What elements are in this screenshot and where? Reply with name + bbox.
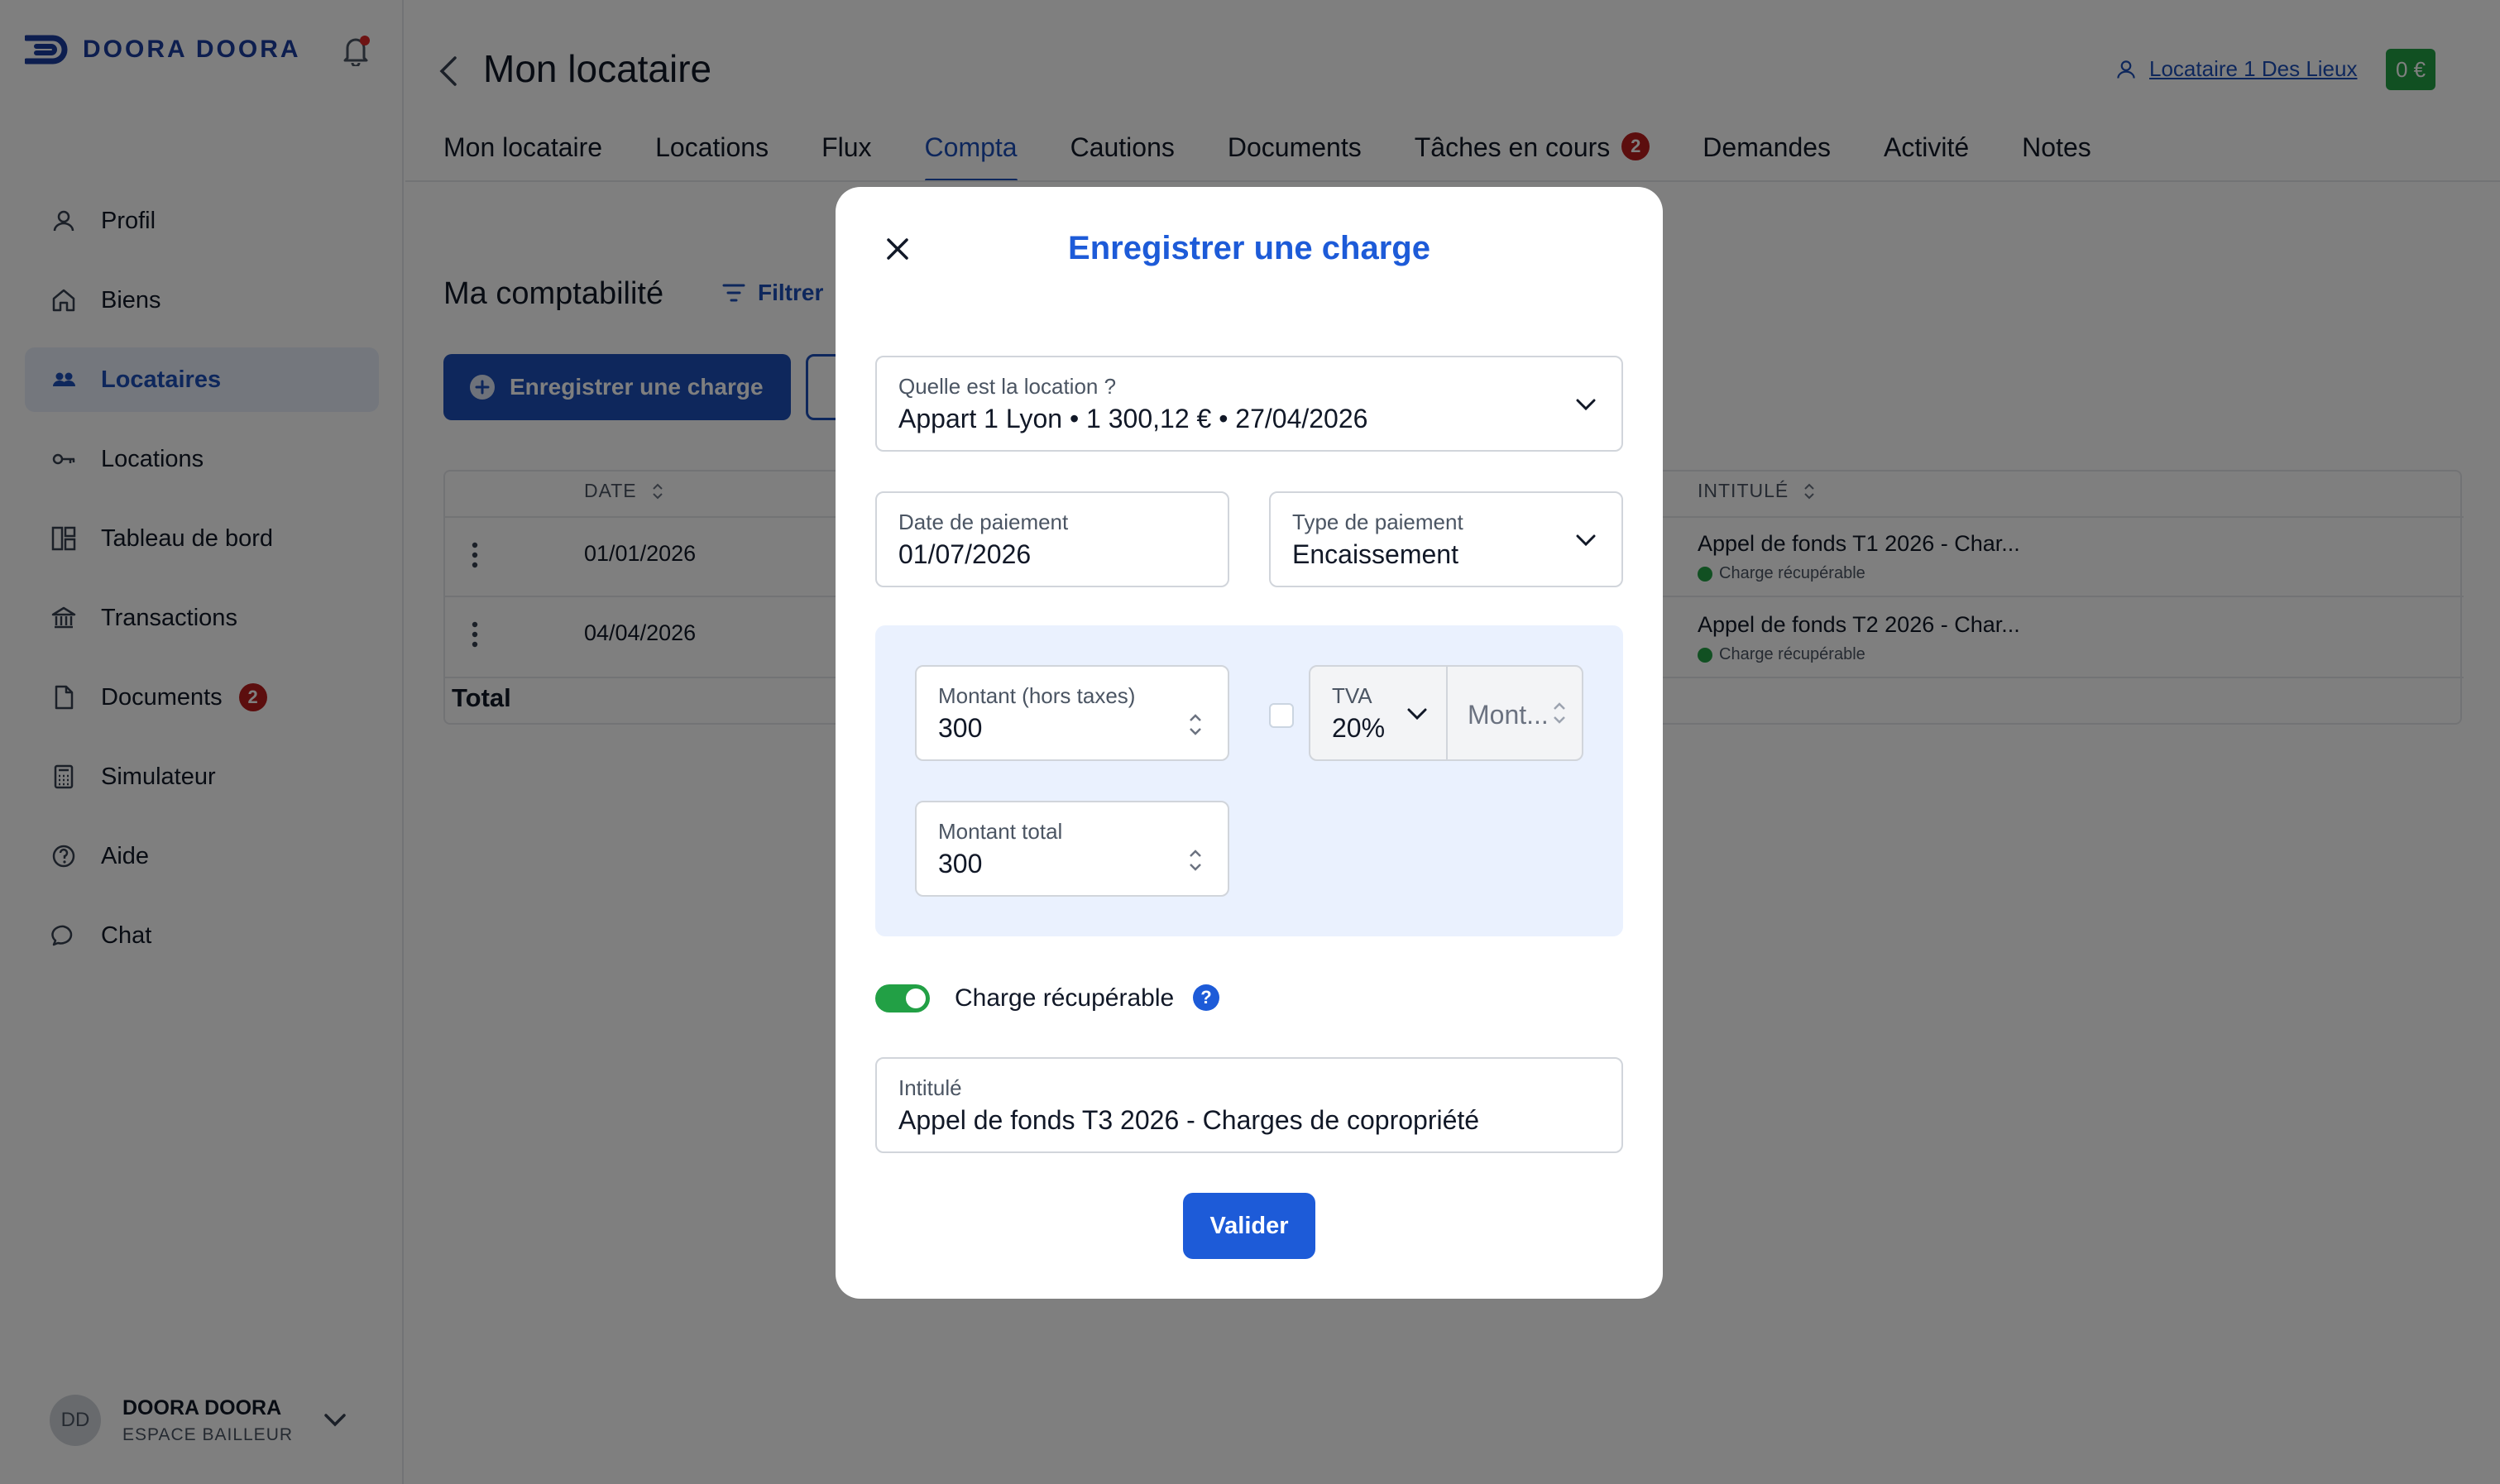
toggle-knob	[906, 989, 926, 1008]
amount-ht-value: 300	[938, 713, 983, 743]
tva-value: 20%	[1332, 713, 1386, 743]
tva-select[interactable]: TVA 20%	[1309, 665, 1448, 761]
location-label: Quelle est la location ?	[898, 374, 1117, 399]
payment-type-value: Encaissement	[1292, 539, 1458, 569]
intitule-value: Appel de fonds T3 2026 - Charges de copr…	[898, 1105, 1480, 1135]
recuperable-label: Charge récupérable	[955, 984, 1175, 1012]
intitule-input[interactable]: Intitulé Appel de fonds T3 2026 - Charge…	[875, 1057, 1623, 1153]
location-value: Appart 1 Lyon • 1 300,12 € • 27/04/2026	[898, 404, 1368, 433]
stepper-icon[interactable]	[1186, 708, 1205, 741]
payment-date-value: 01/07/2026	[898, 539, 1032, 569]
tva-amount-input[interactable]: Mont...	[1446, 665, 1583, 761]
amount-total-input[interactable]: Montant total 300	[915, 801, 1229, 897]
chevron-down-icon	[1576, 399, 1596, 411]
chevron-down-icon	[1407, 708, 1427, 720]
modal-title: Enregistrer une charge	[1068, 230, 1430, 266]
register-charge-modal: Enregistrer une charge Quelle est la loc…	[836, 187, 1663, 1299]
app-root: DOORA DOORA Profil Biens Locataires Loca…	[0, 0, 2500, 1484]
amount-total-label: Montant total	[938, 819, 1063, 844]
intitule-label: Intitulé	[898, 1075, 962, 1100]
amount-total-value: 300	[938, 849, 983, 878]
recuperable-toggle[interactable]	[875, 984, 930, 1012]
payment-type-label: Type de paiement	[1292, 510, 1463, 534]
tva-amount-placeholder: Mont...	[1468, 700, 1549, 730]
submit-button[interactable]: Valider	[1183, 1193, 1315, 1259]
stepper-icon	[1554, 702, 1565, 724]
question-icon[interactable]: ?	[1193, 984, 1219, 1011]
stepper-icon[interactable]	[1186, 844, 1205, 877]
chevron-down-icon	[1576, 534, 1596, 547]
payment-date-label: Date de paiement	[898, 510, 1069, 534]
location-select[interactable]: Quelle est la location ? Appart 1 Lyon •…	[875, 356, 1623, 452]
amount-ht-input[interactable]: Montant (hors taxes) 300	[915, 665, 1229, 761]
amount-ht-label: Montant (hors taxes)	[938, 683, 1136, 708]
payment-date-field[interactable]: Date de paiement 01/07/2026	[875, 491, 1229, 587]
tva-checkbox[interactable]	[1269, 703, 1294, 728]
payment-type-select[interactable]: Type de paiement Encaissement	[1269, 491, 1623, 587]
tva-label: TVA	[1332, 683, 1372, 708]
